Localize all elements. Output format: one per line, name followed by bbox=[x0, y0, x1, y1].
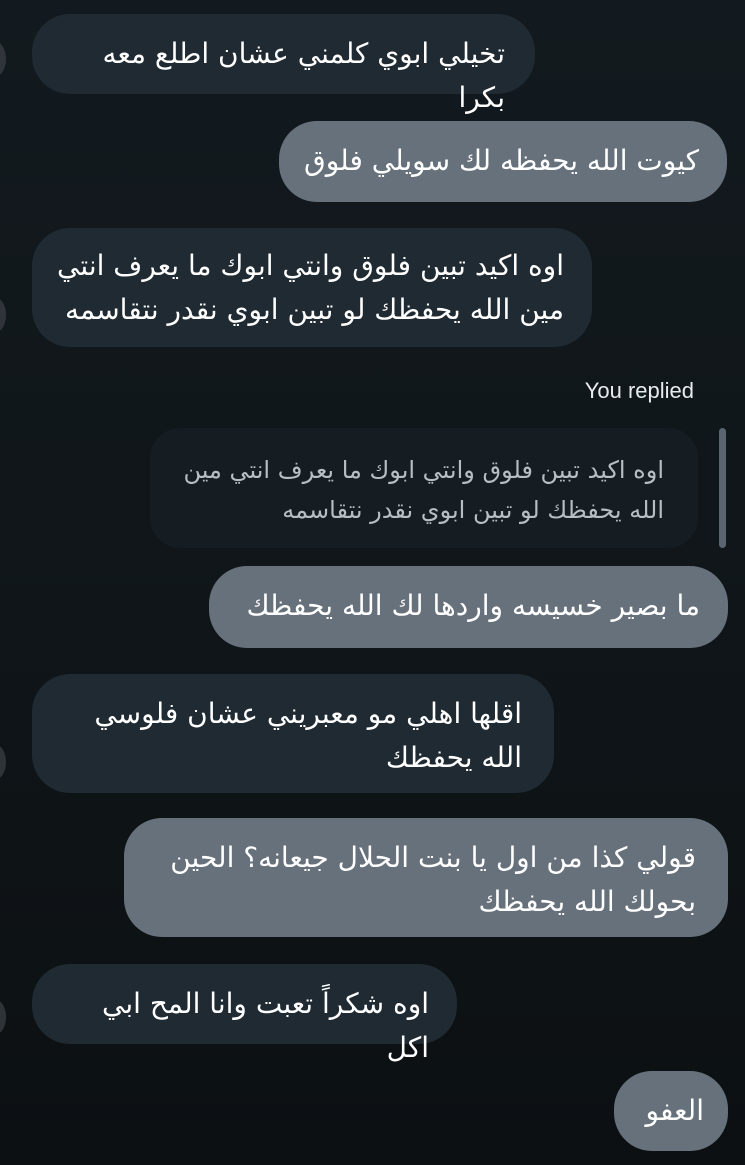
avatar[interactable] bbox=[0, 298, 6, 332]
incoming-message[interactable]: اوه اكيد تبين فلوق وانتي ابوك ما يعرف ان… bbox=[32, 228, 592, 347]
outgoing-message[interactable]: ما بصير خسيسه واردها لك الله يحفظك bbox=[209, 566, 728, 648]
reply-indicator-bar bbox=[719, 428, 726, 548]
avatar[interactable] bbox=[0, 745, 6, 779]
outgoing-message[interactable]: العفو bbox=[614, 1071, 728, 1151]
incoming-message[interactable]: تخيلي ابوي كلمني عشان اطلع معه بكرا bbox=[32, 14, 535, 114]
outgoing-message[interactable]: قولي كذا من اول يا بنت الحلال جيعانه؟ ال… bbox=[124, 818, 728, 937]
avatar[interactable] bbox=[0, 42, 6, 76]
outgoing-message[interactable]: كيوت الله يحفظه لك سويلي فلوق bbox=[279, 121, 727, 202]
reply-label: You replied bbox=[584, 378, 694, 403]
avatar[interactable] bbox=[0, 1000, 6, 1034]
incoming-message[interactable]: اوه شكراً تعبت وانا المح ابي اكل bbox=[32, 964, 457, 1064]
reply-quoted-message[interactable]: اوه اكيد تبين فلوق وانتي ابوك ما يعرف ان… bbox=[150, 428, 698, 548]
incoming-message[interactable]: اقلها اهلي مو معبريني عشان فلوسي الله يح… bbox=[32, 674, 554, 793]
